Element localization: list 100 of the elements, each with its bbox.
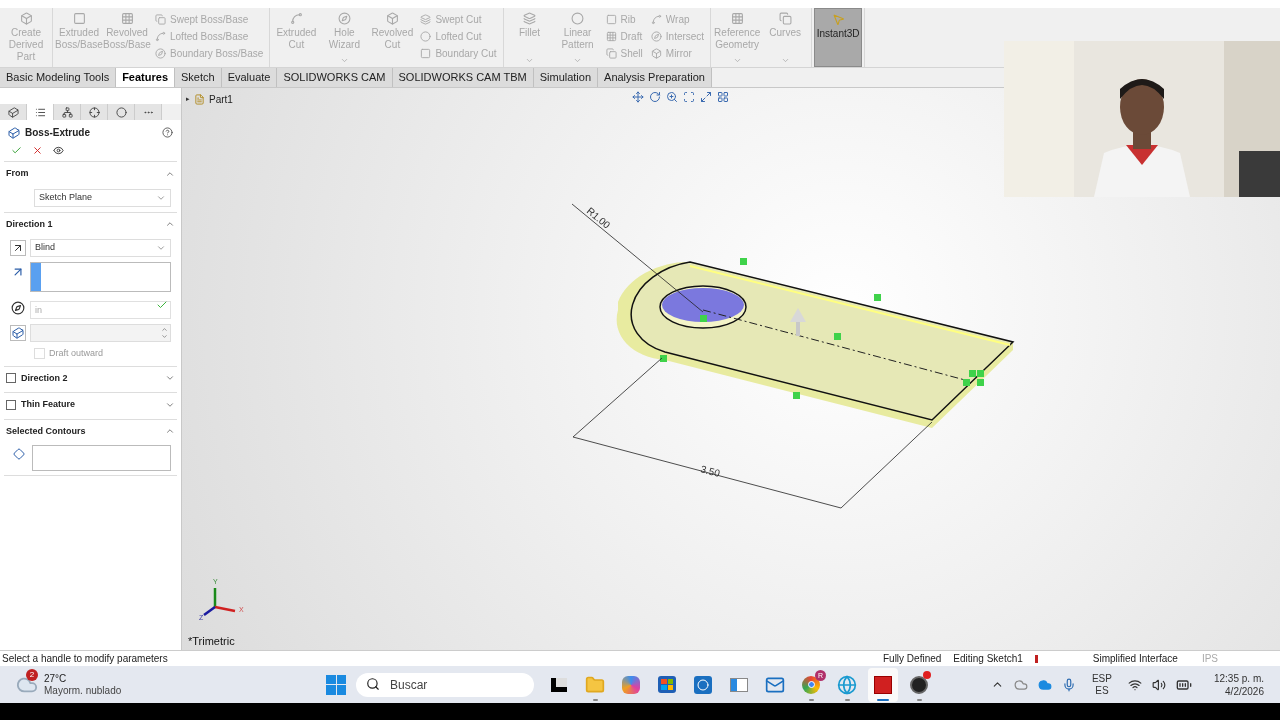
feature-icon — [385, 12, 399, 25]
caret-icon — [525, 56, 535, 65]
feature-icon — [72, 12, 86, 25]
checkbox[interactable] — [6, 399, 16, 410]
manager-tab[interactable] — [0, 104, 27, 120]
section-title: Selected Contours — [6, 424, 86, 438]
manager-tab[interactable] — [81, 104, 108, 120]
feature-icon — [120, 12, 134, 25]
cursor-icon — [831, 13, 845, 26]
feature-icon — [420, 14, 432, 25]
part-icon — [194, 94, 205, 105]
feature-icon — [650, 14, 662, 25]
cube-icon — [7, 106, 19, 118]
language-indicator[interactable]: ESP ES — [1085, 672, 1118, 697]
end-condition-dropdown[interactable]: Sketch Plane — [34, 188, 171, 207]
browser-icon — [802, 675, 820, 694]
feature-icon — [19, 12, 33, 25]
feature-icon — [289, 12, 303, 25]
manager-tab[interactable] — [54, 104, 81, 120]
task-view-icon — [551, 677, 567, 692]
section-title: Direction 2 — [21, 371, 68, 385]
weather-description: Mayorm. nublado — [44, 684, 122, 697]
ribbon-tab[interactable]: SOLIDWORKS CAM — [277, 68, 393, 87]
accept-icon — [156, 299, 168, 311]
search-icon — [366, 677, 380, 691]
list-icon — [34, 106, 46, 118]
window-icon — [730, 677, 748, 692]
reverse-direction-icon[interactable] — [10, 240, 26, 256]
interface-mode[interactable]: Simplified Interface — [1092, 651, 1178, 666]
ribbon-tab[interactable]: Sketch — [175, 68, 222, 87]
store-icon — [658, 676, 676, 693]
notification-badge: 2 — [26, 668, 38, 681]
feature-icon — [650, 31, 662, 42]
feature-icon — [571, 12, 585, 25]
feature-icon — [155, 48, 166, 59]
depth-field[interactable]: in — [30, 301, 171, 319]
draft-icon[interactable] — [10, 325, 26, 341]
feature-icon — [605, 31, 617, 42]
length-dimension: 3.50 — [572, 357, 933, 509]
caret-icon — [573, 56, 583, 65]
ribbon-tab[interactable]: Features — [116, 68, 175, 87]
section-title: Thin Feature — [21, 398, 75, 411]
checkbox-label: Draft outward — [49, 347, 104, 360]
folder-icon — [585, 674, 605, 695]
contour-icon — [13, 448, 25, 460]
crosshair-icon — [88, 106, 100, 118]
feature-icon — [605, 48, 617, 59]
ribbon-tab[interactable]: Evaluate — [221, 68, 278, 87]
feature-icon — [730, 12, 744, 25]
caret-icon — [339, 56, 349, 65]
start-button[interactable] — [324, 672, 348, 697]
wifi-icon[interactable] — [1127, 677, 1142, 692]
end-condition-dropdown[interactable]: Blind — [30, 239, 171, 257]
weather-temperature: 27°C — [44, 672, 68, 685]
feature-icon — [650, 48, 662, 59]
status-field: Fully Defined — [882, 651, 942, 666]
zoom-fit-icon[interactable] — [683, 91, 695, 103]
preview-icon[interactable] — [53, 145, 64, 156]
view-orientation-icon[interactable] — [700, 91, 712, 103]
onedrive-icon[interactable] — [1037, 677, 1052, 692]
section-title: Direction 1 — [6, 217, 53, 231]
cancel-icon[interactable] — [32, 145, 43, 156]
feature-icon — [420, 31, 432, 42]
tree-icon — [61, 106, 73, 118]
panel-title: Boss-Extrude — [25, 126, 90, 140]
ribbon-tab[interactable]: Simulation — [533, 68, 599, 87]
help-icon[interactable] — [162, 127, 173, 138]
view-name: *Trimetric — [188, 633, 235, 649]
extrude-icon — [8, 126, 20, 139]
feature-icon — [420, 48, 432, 59]
feature-icon — [155, 31, 166, 42]
feature-icon — [337, 12, 351, 25]
direction-selection-box[interactable] — [30, 262, 171, 292]
ok-icon[interactable] — [11, 145, 22, 156]
taskbar-app[interactable] — [868, 667, 898, 702]
caret-icon — [156, 243, 166, 253]
pan-icon[interactable] — [632, 91, 644, 103]
ribbon-button[interactable]: Instant3D — [814, 8, 863, 67]
units[interactable]: IPS — [1201, 651, 1218, 666]
rotate-icon[interactable] — [649, 91, 661, 103]
feature-icon — [523, 12, 537, 25]
volume-icon[interactable] — [1151, 677, 1166, 692]
caret-icon — [780, 56, 790, 65]
zoom-icon[interactable] — [666, 91, 678, 103]
feature-icon — [778, 12, 792, 25]
cloud-icon[interactable] — [1013, 677, 1028, 692]
ribbon-tab[interactable]: Basic Modeling Tools — [0, 68, 117, 87]
checkbox[interactable] — [6, 373, 16, 384]
manager-tab[interactable] — [108, 104, 135, 120]
microphone-icon[interactable] — [1061, 677, 1076, 692]
search-field[interactable]: Buscar — [356, 673, 534, 697]
depth-icon — [10, 300, 26, 316]
display-style-icon[interactable] — [717, 91, 729, 103]
status-field: Editing Sketch1 — [953, 651, 1023, 666]
feature-icon — [605, 14, 617, 25]
ribbon-tab[interactable]: Analysis Preparation — [598, 68, 712, 87]
clock[interactable]: 12:35 p. m. 4/2/2026 — [1201, 671, 1264, 698]
part-name[interactable]: Part1 — [209, 92, 233, 107]
ribbon-tab[interactable]: SOLIDWORKS CAM TBM — [392, 68, 534, 87]
feature-icon — [155, 14, 166, 25]
